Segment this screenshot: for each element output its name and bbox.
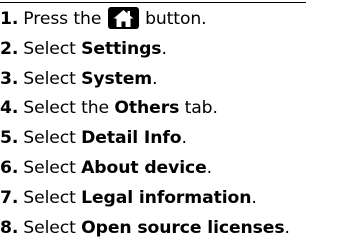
- step-text: Select: [23, 68, 76, 89]
- menu-item-name: System: [81, 68, 153, 89]
- step-6: 6. Select About device.: [0, 154, 290, 184]
- step-number: 8.: [0, 217, 19, 238]
- step-3: 3. Select System.: [0, 65, 290, 95]
- step-8: 8. Select Open source licenses.: [0, 214, 290, 244]
- menu-item-name: Detail Info: [81, 128, 182, 149]
- step-1: 1. Press the button.: [0, 5, 290, 35]
- step-number: 5.: [0, 128, 19, 149]
- step-text: Select: [23, 187, 76, 208]
- instruction-steps: 1. Press the button. 2. Select Settings. 3…: [0, 5, 290, 243]
- step-text: button.: [145, 9, 207, 29]
- menu-item-name: Settings: [81, 38, 162, 59]
- step-number: 7.: [0, 187, 19, 208]
- step-text: .: [152, 68, 158, 89]
- step-number: 2.: [0, 38, 19, 59]
- step-number: 4.: [0, 98, 19, 119]
- step-text: .: [284, 217, 290, 238]
- step-text: Select: [23, 217, 76, 238]
- step-4: 4. Select the Others tab.: [0, 94, 290, 124]
- menu-item-name: About device: [81, 157, 207, 178]
- step-text: .: [251, 187, 257, 208]
- step-text: Select the: [23, 98, 109, 119]
- step-number: 1.: [0, 9, 19, 29]
- step-text: .: [161, 38, 167, 59]
- step-5: 5. Select Detail Info.: [0, 124, 290, 154]
- step-number: 3.: [0, 68, 19, 89]
- step-text: .: [206, 157, 213, 178]
- home-icon: [107, 7, 139, 29]
- step-text: tab.: [184, 98, 218, 119]
- step-text: Select: [23, 128, 76, 149]
- step-text: Select: [23, 38, 76, 59]
- tab-name: Others: [114, 98, 180, 119]
- step-text: .: [181, 128, 187, 149]
- step-2: 2. Select Settings.: [0, 35, 290, 65]
- step-text: Select: [23, 157, 76, 178]
- step-text: Press the: [23, 9, 102, 29]
- top-rule: [0, 2, 306, 3]
- menu-item-name: Open source licenses: [81, 217, 285, 238]
- step-number: 6.: [0, 157, 19, 178]
- menu-item-name: Legal information: [81, 187, 252, 208]
- step-7: 7. Select Legal information.: [0, 184, 290, 214]
